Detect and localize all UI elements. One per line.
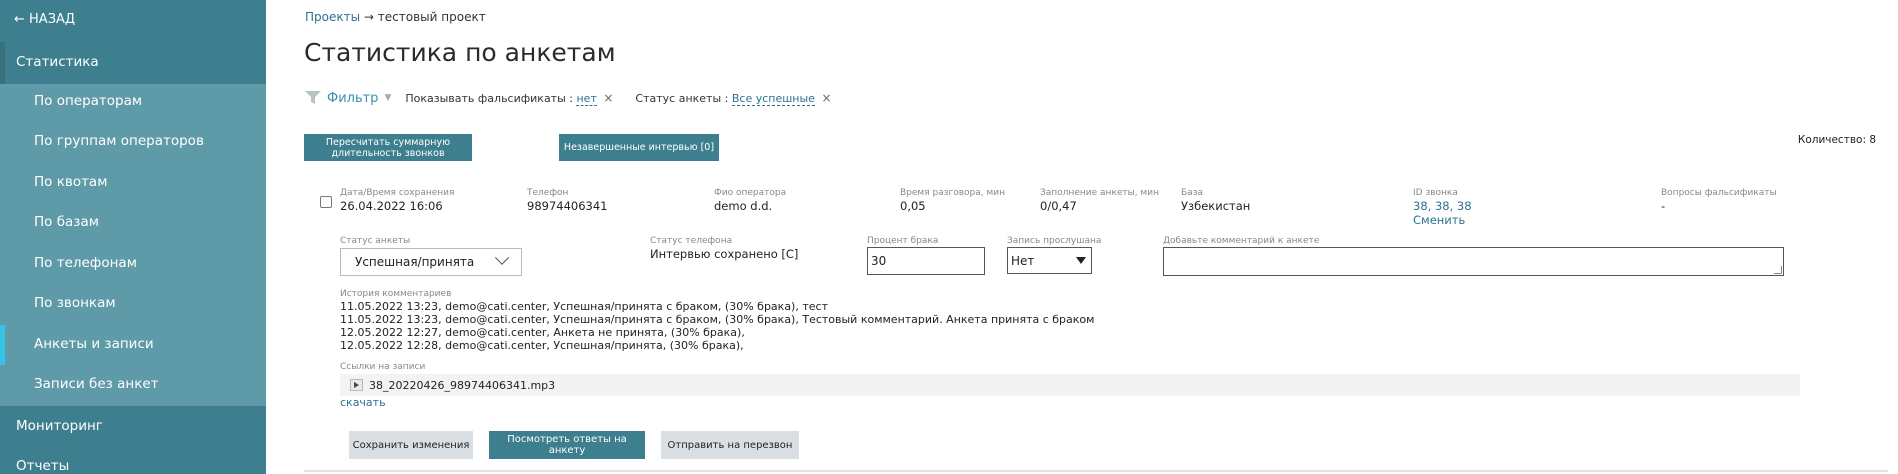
sidebar-item-operators[interactable]: По операторам [0,82,266,122]
talk-time: Время разговора, мин 0,05 [900,188,1006,213]
incomplete-interviews-button[interactable]: Незавершенные интервью [0] [559,134,719,161]
filter-chip-key: Статус анкеты : [635,92,729,105]
listened-select[interactable]: Нет [1007,247,1092,274]
fill-time: Заполнение анкеты, мин 0/0,47 [1040,188,1159,213]
breadcrumb-current: тестовый проект [377,10,486,24]
filter-chip-status: Статус анкеты : Все успешные × [635,91,832,106]
download-link[interactable]: скачать [340,396,386,409]
sidebar-item-phones[interactable]: По телефонам [0,244,266,284]
phone-status: Статус телефона Интервью сохранено [C] [650,236,799,261]
record-links-label: Ссылки на записи [340,362,426,372]
history-entry: 11.05.2022 13:23, demo@cati.center, Успе… [340,300,828,313]
comment-textarea[interactable] [1163,247,1784,276]
listened-label: Запись прослушана [1007,236,1102,246]
filter-chip-value[interactable]: Все успешные [731,92,815,106]
sidebar: ← НАЗАД Статистика По операторам По груп… [0,0,266,474]
filter-caret-icon[interactable]: ▼ [384,93,391,103]
record-checkbox[interactable] [320,196,332,208]
sidebar-section-monitoring[interactable]: Мониторинг [0,406,266,448]
sidebar-item-bases[interactable]: По базам [0,203,266,243]
breadcrumb-projects-link[interactable]: Проекты [305,10,360,24]
recalc-duration-button[interactable]: Пересчитать суммарную длительность звонк… [304,134,472,161]
listened-select-value: Нет [1011,253,1035,268]
divider [304,470,1888,472]
filter-chip-key: Показывать фальсификаты : [405,92,573,105]
send-recall-button[interactable]: Отправить на перезвон [661,431,799,459]
sidebar-section-statistics[interactable]: Статистика [0,42,266,84]
status-select[interactable]: Успешная/принята [340,248,522,276]
close-icon[interactable]: × [821,91,831,105]
phone: Телефон 98974406341 [527,188,608,213]
status-label: Статус анкеты [340,236,411,246]
records-count: Количество: 8 [1797,134,1876,146]
change-call-id-link[interactable]: Сменить [1413,213,1472,227]
history-entry: 12.05.2022 12:28, demo@cati.center, Успе… [340,339,744,352]
breadcrumb: Проекты → тестовый проект [305,10,486,24]
audio-filename: 38_20220426_98974406341.mp3 [369,378,556,392]
defect-percent-input[interactable]: 30 [867,247,985,275]
close-icon[interactable]: × [603,91,613,105]
comment-history: История комментариев 11.05.2022 13:23, d… [340,289,1095,352]
falsified-questions: Вопросы фальсификаты - [1661,188,1777,213]
view-answers-button[interactable]: Посмотреть ответы на анкету [489,431,645,459]
filter-chip-falsified: Показывать фальсификаты : нет × [405,91,613,106]
save-changes-button[interactable]: Сохранить изменения [349,431,473,459]
chevron-down-icon [1076,257,1086,264]
sidebar-item-quotas[interactable]: По квотам [0,163,266,203]
operator-name: Фио оператора demo d.d. [714,188,787,213]
play-icon[interactable] [350,379,363,391]
call-id-link[interactable]: 38, 38, 38 [1413,199,1472,213]
resize-handle-icon[interactable] [1774,266,1782,274]
sidebar-item-questionnaires[interactable]: Анкеты и записи [0,325,266,365]
history-entry: 11.05.2022 13:23, demo@cati.center, Успе… [340,313,1095,326]
comment-label: Добавьте комментарий к анкете [1163,236,1320,246]
status-select-value: Успешная/принята [355,255,475,269]
filter-toggle[interactable]: Фильтр [327,91,378,106]
sidebar-section-reports[interactable]: Отчеты [0,446,266,474]
back-link[interactable]: ← НАЗАД [0,0,266,42]
base: База Узбекистан [1181,188,1251,213]
call-id: ID звонка 38, 38, 38 Сменить [1413,188,1472,227]
filter-chip-value[interactable]: нет [576,92,597,106]
breadcrumb-separator: → [363,10,374,24]
sidebar-item-operator-groups[interactable]: По группам операторов [0,122,266,162]
defect-percent-label: Процент брака [867,236,939,246]
chevron-down-icon [494,250,510,265]
saved-datetime: Дата/Время сохранения 26.04.2022 16:06 [340,188,455,213]
history-entry: 12.05.2022 12:27, demo@cati.center, Анке… [340,326,745,339]
filter-icon[interactable] [305,91,321,105]
sidebar-item-calls[interactable]: По звонкам [0,284,266,324]
page-title: Статистика по анкетам [304,38,616,67]
audio-player: 38_20220426_98974406341.mp3 [340,374,1800,396]
filter-bar: Фильтр ▼ Показывать фальсификаты : нет ×… [305,87,854,109]
sidebar-item-records-without-questionnaires[interactable]: Записи без анкет [0,365,266,405]
